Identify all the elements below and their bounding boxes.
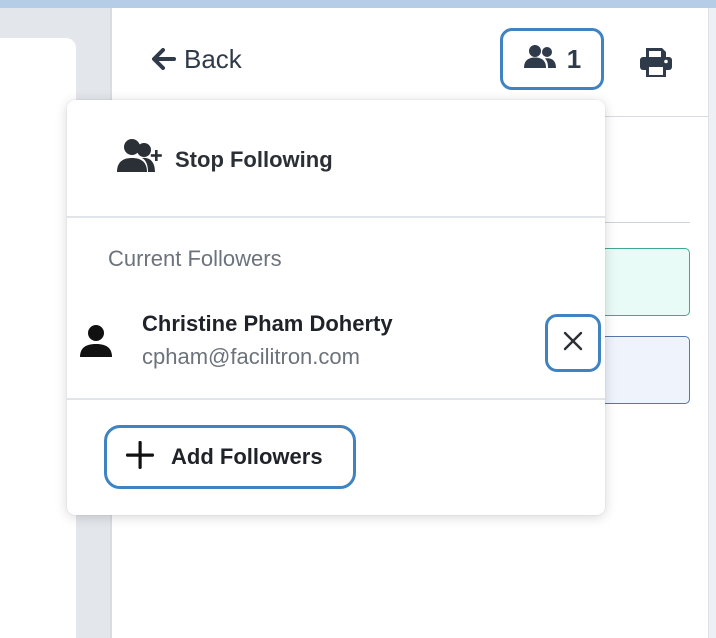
stop-following-label: Stop Following — [175, 146, 333, 172]
content-divider — [600, 222, 690, 223]
add-followers-label: Add Followers — [171, 444, 323, 469]
stop-following-item[interactable]: Stop Following — [115, 138, 333, 181]
followers-count: 1 — [566, 43, 582, 74]
followers-dropdown: Stop Following Current Followers Christi… — [67, 100, 605, 515]
remove-follower-button[interactable] — [545, 314, 601, 372]
followers-button[interactable]: 1 — [500, 28, 604, 90]
print-button[interactable] — [636, 44, 676, 84]
scrollbar-track[interactable] — [708, 8, 716, 638]
user-plus-icon — [115, 138, 165, 181]
users-icon — [523, 44, 557, 75]
dropdown-divider — [67, 398, 605, 400]
left-panel-card — [0, 38, 76, 638]
content-card-blue[interactable] — [590, 336, 690, 404]
printer-icon — [638, 46, 674, 83]
person-icon — [79, 324, 113, 363]
plus-icon — [125, 440, 155, 475]
add-followers-button[interactable]: Add Followers — [104, 425, 356, 489]
current-followers-heading: Current Followers — [108, 246, 282, 271]
follower-name: Christine Pham Doherty — [142, 311, 393, 336]
back-label: Back — [184, 43, 242, 74]
arrow-left-icon — [152, 48, 176, 70]
close-icon — [563, 331, 583, 356]
follower-email: cpham@facilitron.com — [142, 344, 360, 369]
back-button[interactable]: Back — [152, 42, 242, 76]
dropdown-divider — [67, 216, 605, 218]
top-accent-bar — [0, 0, 716, 8]
content-card-green[interactable] — [590, 248, 690, 316]
